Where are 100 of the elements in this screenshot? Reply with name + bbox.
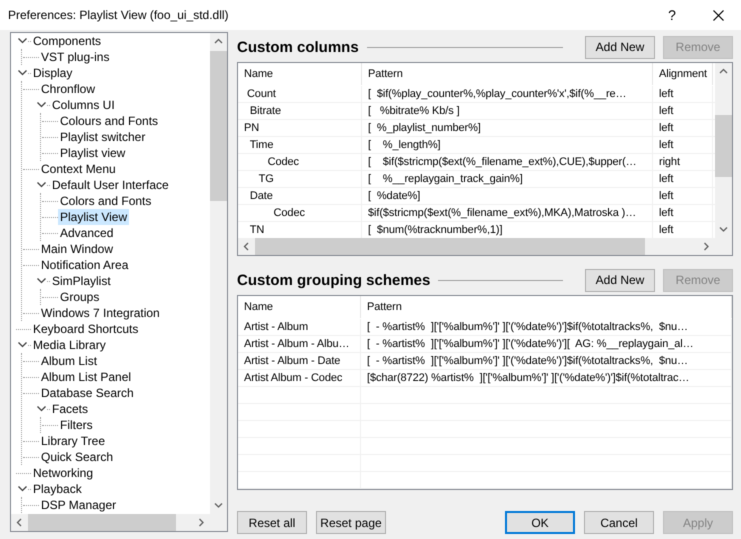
reset-all-button[interactable]: Reset all <box>237 511 307 534</box>
help-button[interactable]: ? <box>649 7 695 23</box>
tree-item[interactable]: Display <box>31 65 74 81</box>
pattern-cell: [ %date%] <box>368 190 420 202</box>
scroll-down-icon[interactable] <box>719 226 728 233</box>
column-header[interactable]: Pattern <box>368 68 403 80</box>
tree-item[interactable]: Networking <box>31 465 96 481</box>
alignment-cell: left <box>659 88 674 100</box>
tree-item[interactable]: Album List <box>39 353 100 369</box>
name-cell: Artist - Album <box>244 321 308 333</box>
name-cell-text: TN <box>248 224 264 236</box>
tree-item[interactable]: Keyboard Shortcuts <box>31 321 140 337</box>
column-header[interactable]: Name <box>244 301 273 313</box>
pattern-cell: [ $num(%tracknumber%,1)] <box>368 224 502 236</box>
tree-item[interactable]: Facets <box>50 401 90 417</box>
tree-item[interactable]: Playlist View <box>58 209 130 225</box>
name-cell-text: Bitrate <box>248 105 282 117</box>
add-button[interactable]: Add New <box>585 268 655 292</box>
pattern-cell: [ $if(%play_counter%,%play_counter%'x',$if(%__re… <box>368 88 626 100</box>
tree-item[interactable]: Columns UI <box>50 97 117 113</box>
tree-item[interactable]: Media Library <box>31 337 108 353</box>
tree-item[interactable]: Context Menu <box>39 161 118 177</box>
scroll-right-icon[interactable] <box>703 242 710 251</box>
section-heading: Custom columns <box>237 38 359 56</box>
name-cell-text: Count <box>246 88 276 100</box>
tree-item[interactable]: Album List Panel <box>39 369 134 385</box>
pattern-cell: [ %_length%] <box>368 139 440 151</box>
window-title: Preferences: Playlist View (foo_ui_std.dll) <box>7 8 230 22</box>
pattern-cell: [ %_playlist_number%] <box>368 122 481 134</box>
column-header[interactable]: Alignment <box>659 68 708 80</box>
scroll-left-icon[interactable] <box>243 242 250 251</box>
chevron-down-icon[interactable] <box>36 182 46 188</box>
tree-item[interactable]: SimPlaylist <box>50 273 113 289</box>
scroll-down-icon[interactable] <box>214 502 223 509</box>
close-icon[interactable] <box>712 10 724 20</box>
name-cell: Artist - Album - Date <box>244 355 340 367</box>
chevron-down-icon[interactable] <box>36 278 46 284</box>
alignment-cell: right <box>659 156 680 168</box>
ok-button[interactable]: OK <box>505 511 575 534</box>
section-heading: Custom grouping schemes <box>237 272 430 288</box>
alignment-cell: left <box>659 105 674 117</box>
tree-item[interactable]: VST plug-ins <box>39 49 112 65</box>
chevron-down-icon[interactable] <box>18 38 26 44</box>
reset-page-button[interactable]: Reset page <box>316 511 386 534</box>
tree-item[interactable]: Chronflow <box>39 81 98 97</box>
chevron-down-icon[interactable] <box>18 342 26 348</box>
name-cell-text: Codec <box>272 207 305 219</box>
scroll-up-icon[interactable] <box>719 68 728 75</box>
tree-item[interactable]: Advanced <box>58 225 116 241</box>
column-header[interactable]: Name <box>244 68 273 80</box>
tree-item[interactable]: Playlist switcher <box>58 129 148 145</box>
alignment-cell: left <box>659 139 674 151</box>
tree-item[interactable]: Default User Interface <box>50 177 171 193</box>
pattern-cell: [ %__replaygain_track_gain%] <box>368 173 523 185</box>
tree-item[interactable]: Colors and Fonts <box>58 193 154 209</box>
pattern-cell: $if($stricmp($ext(%_filename_ext%),MKA),Matroska )… <box>368 207 636 219</box>
pattern-cell: [ $if($stricmp($ext(%_filename_ext%),CUE),$upper(… <box>368 156 637 168</box>
name-cell-text: Time <box>248 139 274 151</box>
tree-item[interactable]: Playback <box>31 481 84 497</box>
name-cell-text: Date <box>248 190 273 202</box>
chevron-down-icon[interactable] <box>36 102 46 108</box>
name-cell: PN <box>244 122 260 134</box>
chevron-down-icon[interactable] <box>18 70 26 76</box>
tree-item[interactable]: Groups <box>58 289 102 305</box>
pattern-cell: [$char(8722) %artist% ]['['%album%']' ]['('%date%')']$if(%totaltrac… <box>367 372 690 384</box>
chevron-down-icon[interactable] <box>18 486 26 492</box>
tree-item[interactable]: Quick Search <box>39 449 116 465</box>
tree-item[interactable]: Components <box>31 33 104 49</box>
tree-item[interactable]: Library Tree <box>39 433 108 449</box>
alignment-cell: left <box>659 173 674 185</box>
pattern-cell: [ - %artist% ]['['%album%']' ]['('%date%')']$if(%totaltracks%, $nu… <box>367 355 688 367</box>
scroll-right-icon[interactable] <box>198 518 205 527</box>
tree-item[interactable]: Filters <box>58 417 95 433</box>
add-button[interactable]: Add New <box>585 36 655 58</box>
tree-item[interactable]: Database Search <box>39 385 136 401</box>
tree-item[interactable]: Main Window <box>39 241 116 257</box>
chevron-down-icon[interactable] <box>36 406 46 412</box>
cancel-button[interactable]: Cancel <box>584 511 654 534</box>
alignment-cell: left <box>659 122 674 134</box>
scroll-left-icon[interactable] <box>16 518 23 527</box>
column-header[interactable]: Pattern <box>367 301 402 313</box>
tree-item[interactable]: Playlist view <box>58 145 128 161</box>
scroll-up-icon[interactable] <box>214 38 223 45</box>
name-cell-text: TG <box>258 173 274 185</box>
tree-item[interactable]: Windows 7 Integration <box>39 305 162 321</box>
pattern-cell: [ - %artist% ]['['%album%']' ]['('%date%')']$if(%totaltracks%, $nu… <box>367 321 688 333</box>
pattern-cell: [ %bitrate% Kb/s ] <box>368 105 460 117</box>
name-cell: Artist Album - Codec <box>244 372 342 384</box>
vertical-scrollbar[interactable] <box>210 33 227 514</box>
name-cell-text: Codec <box>266 156 299 168</box>
tree-item[interactable]: Notification Area <box>39 257 130 273</box>
alignment-cell: left <box>659 190 674 202</box>
vertical-scrollbar[interactable] <box>715 63 732 238</box>
pattern-cell: [ - %artist% ]['['%album%']' ]['('%date%')'][ AG: %__replaygain_al… <box>367 338 694 350</box>
horizontal-scrollbar[interactable] <box>238 238 732 255</box>
alignment-cell: left <box>659 224 674 236</box>
name-cell: Artist - Album - Albu… <box>244 338 350 350</box>
alignment-cell: left <box>659 207 674 219</box>
tree-item[interactable]: DSP Manager <box>39 497 118 513</box>
tree-item[interactable]: Colours and Fonts <box>58 113 160 129</box>
